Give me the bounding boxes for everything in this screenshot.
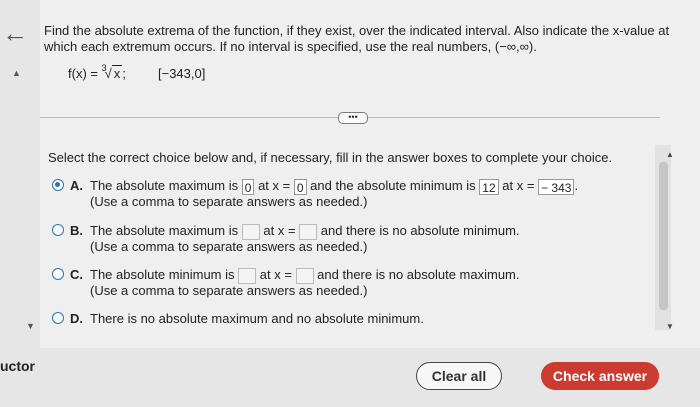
choice-a[interactable]: A. The absolute maximum is 0 at x = 0 an… [52, 177, 612, 211]
text-segment: at x = [263, 223, 296, 238]
question-text: Find the absolute extrema of the functio… [44, 23, 670, 54]
choice-letter: C. [70, 267, 83, 282]
answer-box-min-value[interactable]: 12 [479, 178, 499, 195]
choice-letter: B. [70, 223, 83, 238]
text-segment: and there is no absolute maximum. [317, 267, 520, 282]
answer-box-min-x[interactable]: − 343 [538, 178, 575, 195]
back-arrow-icon[interactable]: ← [2, 20, 28, 46]
choice-c[interactable]: C. The absolute minimum is at x = and th… [52, 266, 612, 300]
text-segment: and the absolute minimum is [310, 178, 476, 193]
collapse-down-icon[interactable]: ▼ [26, 321, 35, 331]
choice-text: The absolute maximum is at x = and there… [90, 222, 520, 240]
instruction-text: Select the correct choice below and, if … [48, 150, 613, 165]
clear-all-button[interactable]: Clear all [416, 362, 502, 390]
scroll-up-icon[interactable]: ▲ [666, 150, 674, 159]
radicand: x [111, 65, 123, 81]
radio-b[interactable] [52, 224, 64, 236]
text-segment: . [574, 178, 579, 193]
text-segment: at x = [259, 267, 292, 282]
choice-note: (Use a comma to separate answers as need… [90, 283, 368, 298]
function-suffix: ; [122, 66, 126, 81]
choice-text: The absolute minimum is at x = and there… [90, 266, 520, 284]
collapse-up-icon[interactable]: ▲ [12, 68, 21, 78]
interval: [−343,0] [158, 66, 206, 81]
root-index: 3 [101, 63, 107, 73]
choice-text: There is no absolute maximum and no abso… [90, 311, 424, 326]
text-segment: The absolute maximum is [90, 223, 239, 238]
choice-letter: A. [70, 178, 83, 193]
choice-note: (Use a comma to separate answers as need… [90, 194, 368, 209]
instructor-label: uctor [0, 358, 35, 374]
choice-note: (Use a comma to separate answers as need… [90, 239, 368, 254]
text-segment: at x = [502, 178, 535, 193]
function-expression: f(x) = 3√ x; [68, 63, 126, 81]
radio-d[interactable] [52, 312, 64, 324]
choice-letter: D. [70, 311, 83, 326]
choice-d[interactable]: D. There is no absolute maximum and no a… [52, 310, 612, 328]
text-segment: The absolute maximum is [90, 178, 239, 193]
scroll-down-icon[interactable]: ▼ [666, 322, 674, 331]
radio-a[interactable] [52, 179, 64, 191]
radio-c[interactable] [52, 268, 64, 280]
function-prefix: f(x) = [68, 66, 102, 81]
text-segment: and there is no absolute minimum. [320, 223, 520, 238]
choice-text: The absolute maximum is 0 at x = 0 and t… [90, 177, 578, 195]
text-segment: at x = [258, 178, 291, 193]
text-segment: The absolute minimum is [90, 267, 235, 282]
more-button[interactable]: ••• [338, 112, 368, 124]
scrollbar-thumb[interactable] [659, 162, 668, 310]
check-answer-button[interactable]: Check answer [541, 362, 659, 390]
choice-b[interactable]: B. The absolute maximum is at x = and th… [52, 222, 612, 256]
